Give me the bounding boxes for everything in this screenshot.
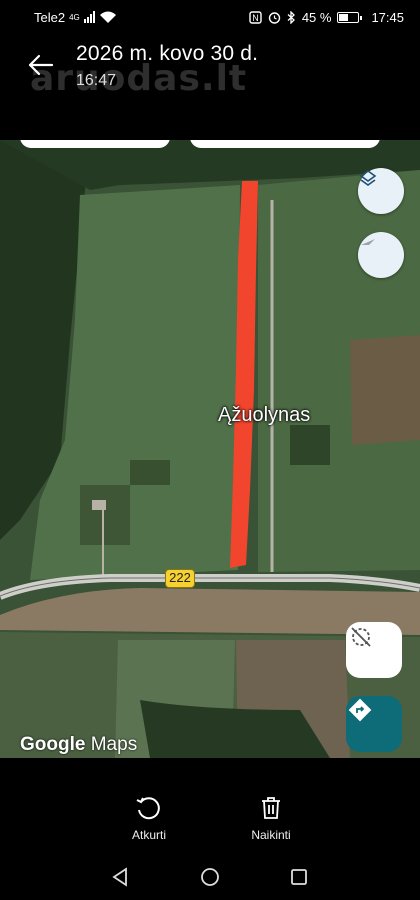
nfc-icon: N: [249, 10, 262, 24]
location-button[interactable]: [346, 622, 402, 678]
carrier-label: Tele2: [34, 9, 66, 25]
wifi-icon: [99, 11, 116, 23]
header: aruodas.lt 2026 m. kovo 30 d. 16:47: [0, 34, 420, 104]
directions-button[interactable]: [346, 696, 402, 752]
page-title: 2026 m. kovo 30 d.: [76, 42, 259, 65]
back-button[interactable]: [24, 48, 58, 82]
svg-text:N: N: [252, 13, 259, 23]
network-type: 4G: [69, 12, 80, 22]
alarm-icon: [268, 11, 281, 24]
battery-icon: [337, 11, 363, 23]
place-label: Ąžuolynas: [218, 404, 311, 426]
recents-square-icon: [291, 869, 307, 885]
google-text: Google: [20, 734, 86, 755]
trash-icon: [262, 797, 280, 819]
search-chip[interactable]: [190, 140, 380, 148]
undo-label: Atkurti: [131, 828, 166, 842]
undo-button[interactable]: Atkurti: [104, 790, 194, 842]
home-circle-icon: [201, 868, 219, 886]
maps-text: Maps: [90, 734, 138, 755]
directions-icon: [348, 698, 372, 722]
layers-button[interactable]: [358, 168, 404, 214]
system-nav-bar: [0, 858, 420, 896]
search-chip[interactable]: [20, 140, 170, 148]
bluetooth-icon: [287, 10, 295, 24]
clock: 17:45: [371, 9, 404, 25]
delete-label: Naikinti: [251, 828, 291, 842]
battery-percent: 45 %: [301, 9, 332, 25]
status-bar: Tele2 4G N 45 % 17:45: [0, 0, 420, 34]
back-triangle-icon: [112, 867, 127, 887]
compass-button[interactable]: [358, 232, 404, 278]
road-number-badge: 222: [165, 569, 195, 588]
nav-recents-button[interactable]: [286, 864, 312, 890]
google-maps-attribution: Google Maps: [20, 734, 137, 756]
compass-icon: [361, 239, 375, 245]
timestamp: 16:47: [76, 72, 117, 89]
satellite-map[interactable]: Ąžuolynas 222 Google Maps: [0, 140, 420, 758]
signal-icon: [83, 11, 95, 23]
location-off-icon: [351, 627, 371, 647]
nav-back-button[interactable]: [107, 864, 133, 890]
layers-icon: [359, 170, 377, 186]
nav-home-button[interactable]: [197, 864, 223, 890]
delete-button[interactable]: Naikinti: [226, 790, 316, 842]
action-bar: Atkurti Naikinti: [0, 790, 420, 850]
undo-icon: [136, 797, 160, 820]
